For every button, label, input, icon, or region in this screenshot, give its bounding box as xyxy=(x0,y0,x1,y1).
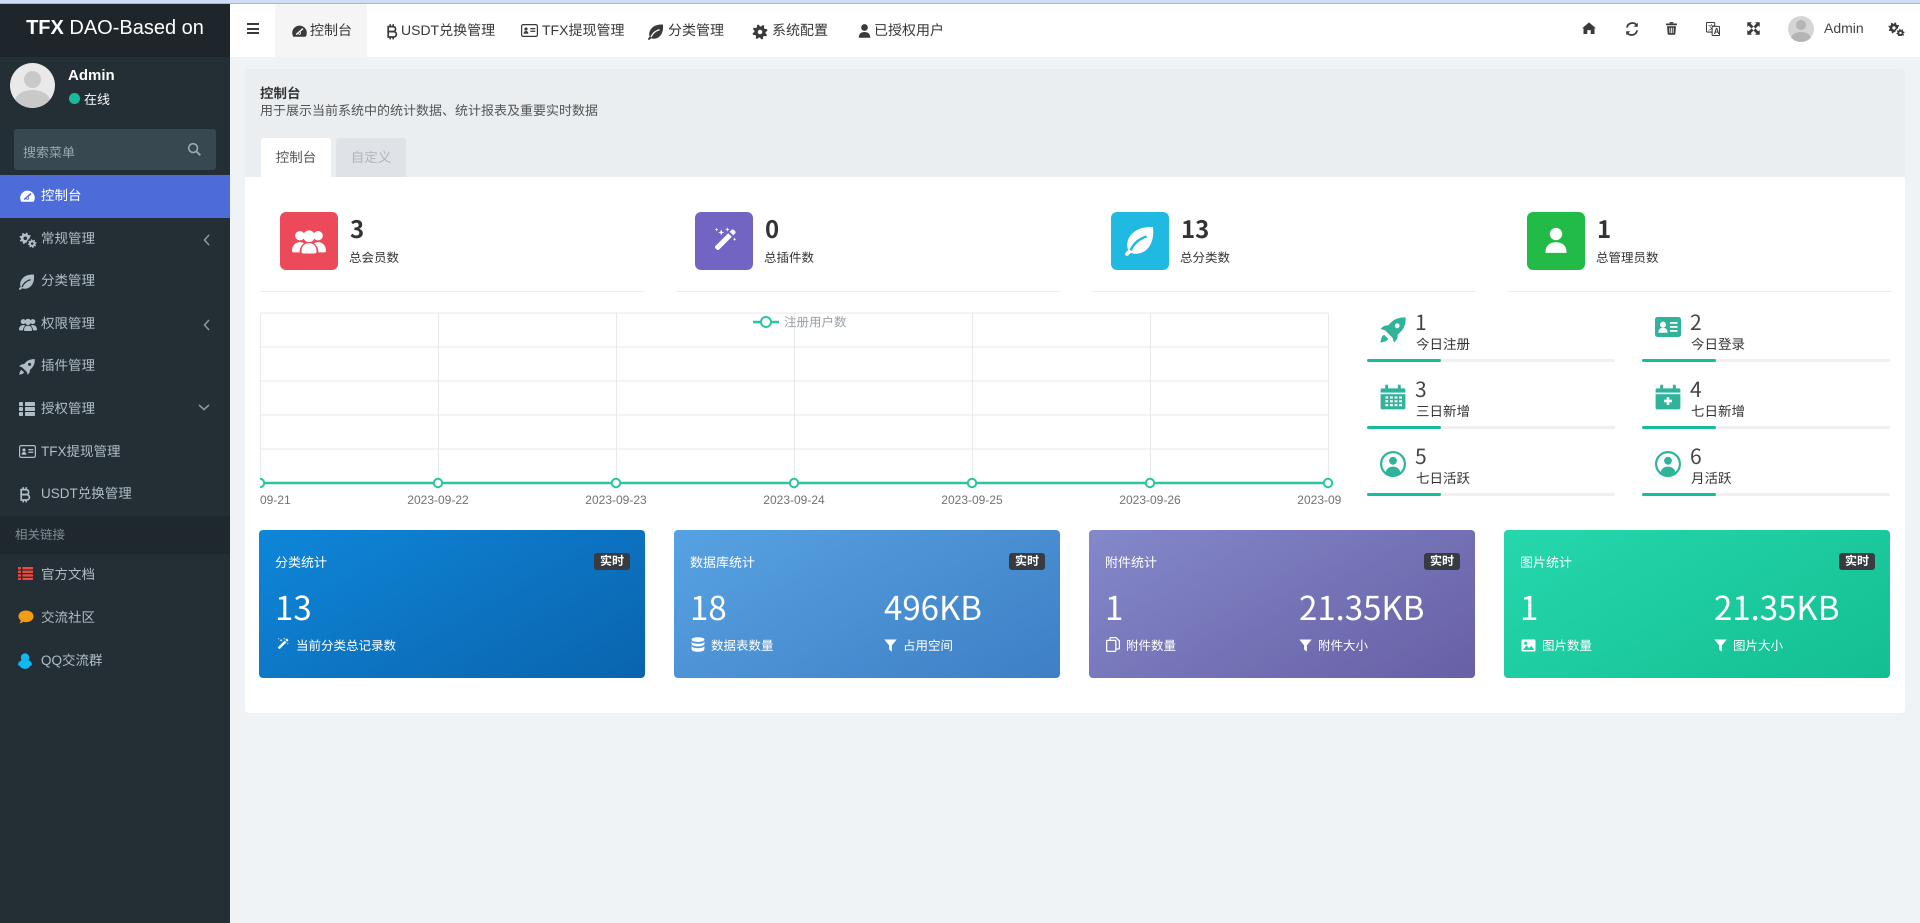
svg-text:2023-09-27: 2023-09-27 xyxy=(1297,493,1341,507)
svg-text:2023-09-24: 2023-09-24 xyxy=(763,493,825,507)
svg-text:2023-09-25: 2023-09-25 xyxy=(941,493,1003,507)
svg-text:2023-09-21: 2023-09-21 xyxy=(260,493,291,507)
svg-text:2023-09-26: 2023-09-26 xyxy=(1119,493,1181,507)
svg-text:2023-09-23: 2023-09-23 xyxy=(585,493,647,507)
svg-text:A: A xyxy=(1714,27,1720,36)
svg-text:注册用户数: 注册用户数 xyxy=(784,316,847,330)
svg-text:2023-09-22: 2023-09-22 xyxy=(407,493,469,507)
